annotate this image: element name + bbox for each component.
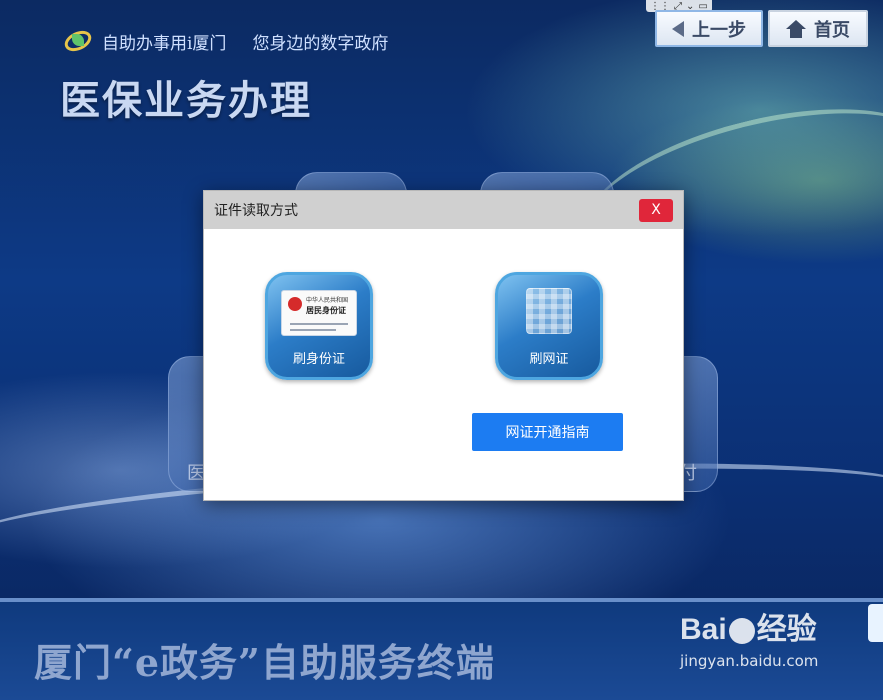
watermark-logo: Bai 经验 xyxy=(680,613,817,646)
footer-title: 厦门“e政务”自助服务终端 xyxy=(34,640,495,685)
watermark-url: jingyan.baidu.com xyxy=(680,652,819,670)
home-icon xyxy=(786,19,806,38)
brand-name: 自助办事用i厦门 xyxy=(102,33,227,54)
home-button-label: 首页 xyxy=(814,19,850,41)
swipe-id-card-option[interactable]: 中华人民共和国 居民身份证 刷身份证 xyxy=(265,272,373,380)
swipe-e-id-label: 刷网证 xyxy=(529,352,569,367)
dialog-header: 证件读取方式 X xyxy=(204,191,683,229)
page-title: 医保业务办理 xyxy=(60,78,312,124)
home-button[interactable]: 首页 xyxy=(768,10,868,47)
brand-logo-icon xyxy=(61,26,95,56)
swipe-id-card-label: 刷身份证 xyxy=(292,352,345,367)
dialog-title: 证件读取方式 xyxy=(214,203,298,219)
swipe-e-id-option[interactable]: 刷网证 xyxy=(495,272,603,380)
paw-icon xyxy=(728,618,755,645)
watermark: Bai 经验 jingyan.baidu.com xyxy=(680,604,880,694)
brand-line: 自助办事用i厦门 您身边的数字政府 xyxy=(61,26,389,56)
arrow-back-icon xyxy=(672,20,684,37)
id-card-icon: 中华人民共和国 居民身份证 xyxy=(281,290,357,336)
side-tab[interactable] xyxy=(868,604,883,642)
back-button[interactable]: 上一步 xyxy=(655,10,763,47)
close-button[interactable]: X xyxy=(639,198,673,222)
national-emblem-icon xyxy=(288,297,302,311)
qr-code-icon xyxy=(526,288,572,334)
id-read-method-dialog: 证件读取方式 X 中华人民共和国 居民身份证 刷身份证 刷网证 网证开通指南 xyxy=(203,190,684,501)
e-id-guide-button[interactable]: 网证开通指南 xyxy=(472,413,623,451)
back-button-label: 上一步 xyxy=(692,19,746,41)
brand-slogan: 您身边的数字政府 xyxy=(252,33,389,54)
